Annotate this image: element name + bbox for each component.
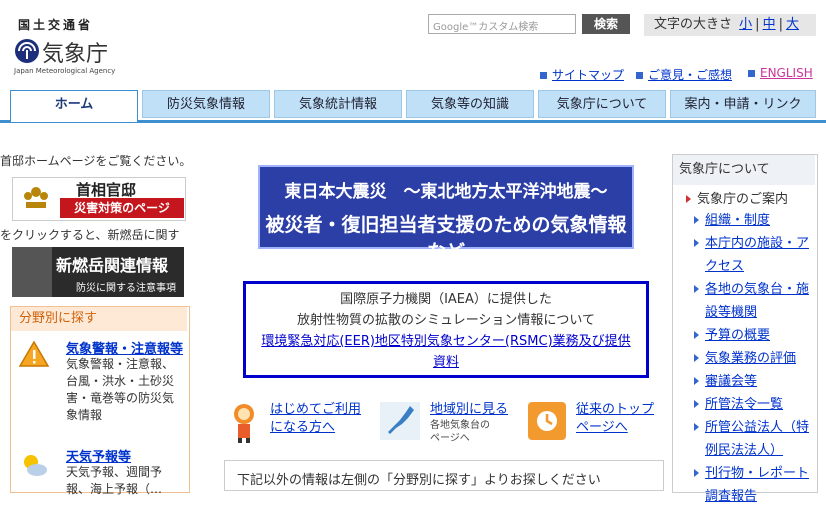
link-organization[interactable]: 組織・制度: [705, 213, 770, 228]
bullet-icon: [540, 72, 547, 79]
triangle-icon: [694, 469, 699, 477]
about-links: 組織・制度 本庁内の施設・ア クセス 各地の気象台・施 設等機関 予算の概要 気…: [694, 209, 814, 508]
quick-link-beginner[interactable]: はじめてご利用 になる方へ: [270, 401, 361, 437]
link-reports[interactable]: 調査報告: [705, 489, 757, 504]
bullet-icon: [636, 72, 643, 79]
about-section-title: 気象庁のご案内: [697, 192, 789, 207]
old-top-page-icon: [528, 402, 566, 440]
font-medium-link[interactable]: 中: [763, 17, 776, 32]
feedback-link[interactable]: ご意見・ご感想: [648, 68, 732, 82]
tab-disaster-info[interactable]: 防災気象情報: [142, 90, 270, 118]
warnings-desc-line: 台風・洪水・土砂災: [66, 374, 175, 388]
triangle-icon: [694, 423, 699, 431]
region-link[interactable]: 地域別に見る: [430, 402, 508, 417]
font-size-label: 文字の大きさ: [654, 17, 733, 32]
triangle-icon: [694, 331, 699, 339]
link-facilities-cont[interactable]: クセス: [705, 259, 744, 274]
warning-icon: [18, 340, 50, 367]
search-input[interactable]: Google™カスタム検索: [428, 14, 576, 34]
warnings-desc-line: 害・竜巻等の防災気: [66, 391, 175, 405]
shinmoe-subtitle: 防災に関する注意事項: [76, 283, 176, 294]
shinmoe-title: 新燃岳関連情報: [56, 256, 169, 275]
shinmoe-intro-text: をクリックすると、新燃岳に関す: [0, 228, 180, 242]
font-small-link[interactable]: 小: [739, 17, 752, 32]
about-section: 気象庁のご案内: [686, 188, 788, 207]
bullet-icon: [748, 70, 755, 77]
iaea-link[interactable]: 環境緊急対応(EER)地区特別気象センター(RSMC)業務及び提供: [261, 334, 630, 349]
sitemap-link[interactable]: サイトマップ: [552, 68, 624, 82]
shinmoe-banner[interactable]: 新燃岳関連情報 防災に関する注意事項: [12, 247, 184, 297]
link-budget[interactable]: 予算の概要: [705, 328, 770, 343]
old-top-link-line2[interactable]: ページへ: [576, 420, 628, 435]
about-heading: 気象庁について: [673, 155, 815, 185]
agency-name[interactable]: 気象庁: [42, 36, 108, 68]
feedback-item: ご意見・ご感想: [636, 66, 732, 83]
agency-name-en: Japan Meteorological Agency: [14, 67, 116, 75]
forecast-desc-line: 報、海上予報（…: [66, 482, 163, 496]
warnings-desc-line: 象情報: [66, 408, 103, 422]
triangle-icon: [694, 239, 699, 247]
tab-about[interactable]: 気象庁について: [538, 90, 666, 118]
forecast-desc-line: 天気予報、週間予: [66, 465, 163, 479]
kiri-crest-icon: [24, 187, 48, 208]
english-item: ENGLISH: [748, 66, 813, 80]
bunya-heading: 分野別に探す: [11, 307, 187, 331]
link-facilities[interactable]: 本庁内の施設・ア: [705, 236, 809, 251]
kantei-subtitle: 災害対策のページ: [60, 198, 184, 218]
iaea-box: 国際原子力機関（IAEA）に提供した 放射性物質の拡散のシミュレーション情報につ…: [243, 281, 649, 378]
warnings-desc: 気象警報・注意報、 台風・洪水・土砂災 害・竜巻等の防災気 象情報: [66, 356, 174, 424]
beginner-link-line2[interactable]: になる方へ: [270, 420, 335, 435]
triangle-icon: [694, 377, 699, 385]
quick-link-old-top[interactable]: 従来のトップ ページへ: [576, 401, 654, 437]
iaea-line2: 放射性物質の拡散のシミュレーション情報について: [296, 313, 596, 328]
triangle-icon: [694, 354, 699, 362]
kantei-title: 首相官邸: [76, 181, 137, 199]
sitemap-item: サイトマップ: [540, 66, 624, 83]
link-local-offices[interactable]: 各地の気象台・施: [705, 282, 809, 297]
warnings-desc-line: 気象警報・注意報、: [66, 357, 175, 371]
forecast-link[interactable]: 天気予報等: [66, 446, 131, 465]
link-corporations-cont[interactable]: 例民法法人）: [705, 443, 783, 458]
link-laws[interactable]: 所管法令一覧: [705, 397, 783, 412]
link-corporations[interactable]: 所管公益法人（特: [705, 420, 809, 435]
font-size-control: 文字の大きさ 小 | 中 | 大: [644, 14, 816, 36]
main-nav: ホーム 防災気象情報 気象統計情報 気象等の知識 気象庁について 案内・申請・リ…: [0, 90, 826, 123]
triangle-icon: [694, 400, 699, 408]
tab-guide[interactable]: 案内・申請・リンク: [670, 90, 816, 118]
iaea-line1: 国際原子力機関（IAEA）に提供した: [340, 292, 552, 307]
kantei-intro-text: 首邸ホームページをご覧ください。: [0, 154, 192, 168]
weather-icon: [24, 455, 47, 476]
earthquake-banner[interactable]: 東日本大震災 ～東北地方太平洋沖地震～ 被災者・復旧担当者支援のための気象情報な…: [258, 165, 634, 263]
tab-statistics[interactable]: 気象統計情報: [274, 90, 402, 118]
link-local-offices-cont[interactable]: 設等機関: [705, 305, 757, 320]
link-council[interactable]: 審議会等: [705, 374, 757, 389]
earthquake-banner-line2: 被災者・復旧担当者支援のための気象情報など: [265, 214, 627, 263]
forecast-desc: 天気予報、週間予 報、海上予報（…: [66, 464, 162, 498]
warnings-link[interactable]: 気象警報・注意報等: [66, 338, 183, 357]
tab-home[interactable]: ホーム: [10, 90, 138, 122]
iaea-link-cont[interactable]: 資料: [433, 355, 459, 370]
search-notice: 下記以外の情報は左側の「分野別に探す」よりお探しください: [224, 460, 664, 491]
region-sub-line1: 各地気象台の: [430, 420, 490, 431]
jma-logo-icon[interactable]: [14, 38, 40, 64]
triangle-icon: [694, 216, 699, 224]
quick-link-region[interactable]: 地域別に見る 各地気象台の ページへ: [430, 401, 508, 445]
earthquake-banner-line1: 東日本大震災 ～東北地方太平洋沖地震～: [284, 182, 608, 202]
volcano-photo: [12, 247, 52, 297]
japan-map-icon: [380, 402, 420, 440]
search-button[interactable]: 検索: [582, 14, 630, 34]
region-sub-line2: ページへ: [430, 433, 470, 444]
triangle-icon: [686, 195, 691, 203]
font-large-link[interactable]: 大: [786, 17, 799, 32]
beginner-link-line1[interactable]: はじめてご利用: [270, 402, 361, 417]
link-publications[interactable]: 刊行物・レポート: [705, 466, 809, 481]
tab-knowledge[interactable]: 気象等の知識: [406, 90, 534, 118]
beginner-character-icon: [234, 404, 254, 443]
link-evaluation[interactable]: 気象業務の評価: [705, 351, 796, 366]
old-top-link-line1[interactable]: 従来のトップ: [576, 402, 654, 417]
english-link[interactable]: ENGLISH: [760, 66, 813, 80]
triangle-icon: [694, 285, 699, 293]
ministry-name: 国土交通省: [18, 18, 94, 32]
